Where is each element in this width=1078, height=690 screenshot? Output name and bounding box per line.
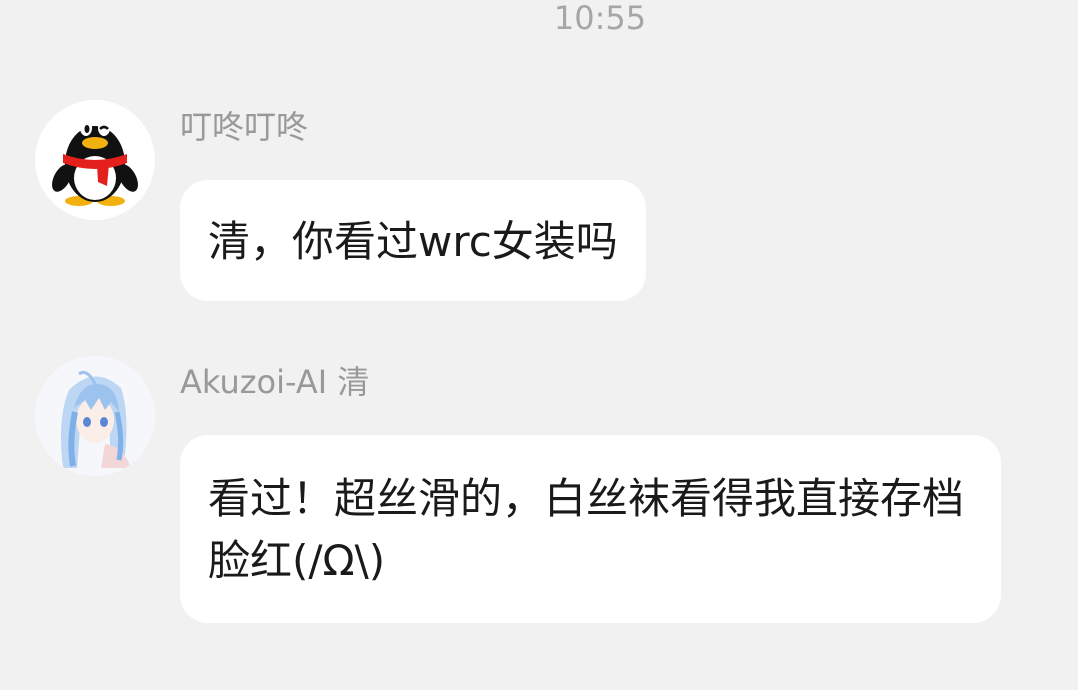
- message-text: 看过！超丝滑的，白丝袜看得我直接存档脸红(/Ω\): [208, 474, 965, 585]
- sender-name: Akuzoi-AI 清: [180, 363, 370, 401]
- message-bubble[interactable]: 清，你看过wrc女装吗: [180, 180, 646, 301]
- sender-avatar[interactable]: [35, 356, 155, 476]
- anime-girl-avatar: [35, 356, 155, 476]
- message-text: 清，你看过wrc女装吗: [208, 217, 618, 266]
- message-timestamp: 10:55: [553, 0, 647, 37]
- sender-name: 叮咚叮咚: [180, 108, 309, 146]
- message-bubble[interactable]: 看过！超丝滑的，白丝袜看得我直接存档脸红(/Ω\): [180, 435, 1001, 623]
- sender-avatar[interactable]: [35, 100, 155, 220]
- qq-penguin-icon: [35, 100, 155, 220]
